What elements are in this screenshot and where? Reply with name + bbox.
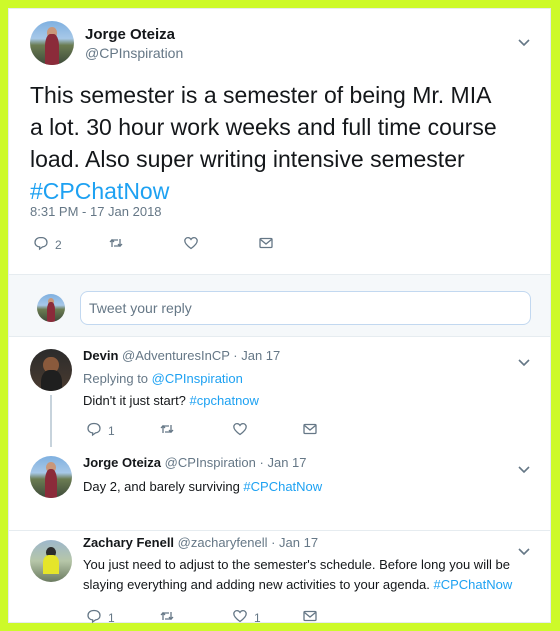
reply-button[interactable]: 1 bbox=[86, 608, 159, 627]
tweet-timestamp[interactable]: 8:31 PM - 17 Jan 2018 bbox=[30, 204, 162, 219]
like-icon bbox=[183, 235, 199, 254]
tweet-actions: 1 bbox=[86, 421, 318, 440]
like-count: 1 bbox=[254, 610, 261, 625]
reply-icon bbox=[86, 608, 102, 627]
mention-link[interactable]: @CPInspiration bbox=[152, 371, 243, 386]
reply-text: Didn't it just start? #cpchatnow bbox=[83, 393, 259, 408]
thread-line bbox=[50, 395, 52, 447]
retweet-button[interactable] bbox=[108, 235, 183, 254]
retweet-button[interactable] bbox=[159, 608, 232, 627]
avatar bbox=[37, 294, 65, 322]
reply-count: 1 bbox=[108, 423, 115, 438]
main-tweet: Jorge Oteiza @CPInspiration This semeste… bbox=[9, 9, 550, 274]
hashtag-link[interactable]: #cpchatnow bbox=[190, 393, 259, 408]
author-name[interactable]: Devin bbox=[83, 348, 118, 363]
message-icon bbox=[258, 235, 274, 254]
message-icon bbox=[302, 608, 318, 627]
retweet-icon bbox=[108, 235, 124, 254]
like-button[interactable] bbox=[183, 235, 258, 254]
reply-icon bbox=[33, 235, 49, 254]
message-button[interactable] bbox=[302, 608, 318, 627]
reply-count: 1 bbox=[108, 610, 115, 625]
replying-to: Replying to @CPInspiration bbox=[83, 371, 243, 386]
retweet-icon bbox=[159, 608, 175, 627]
reply-tweet: Devin @AdventuresInCP · Jan 17 Replying … bbox=[9, 337, 550, 447]
like-button[interactable]: 1 bbox=[232, 608, 302, 627]
chevron-down-icon[interactable] bbox=[518, 355, 530, 370]
retweet-button[interactable] bbox=[159, 421, 232, 440]
avatar[interactable] bbox=[30, 21, 74, 65]
like-button[interactable] bbox=[232, 421, 302, 440]
author-name[interactable]: Jorge Oteiza bbox=[85, 26, 175, 43]
reply-date[interactable]: · Jan 17 bbox=[260, 455, 307, 470]
reply-button[interactable]: 2 bbox=[33, 235, 108, 254]
reply-header: Jorge Oteiza @CPInspiration · Jan 17 bbox=[83, 455, 307, 470]
author-handle[interactable]: @zacharyfenell bbox=[178, 535, 268, 550]
message-icon bbox=[302, 421, 318, 440]
author-handle[interactable]: @CPInspiration bbox=[85, 45, 183, 61]
reply-count: 2 bbox=[55, 237, 62, 252]
reply-date[interactable]: · Jan 17 bbox=[233, 348, 280, 363]
message-button[interactable] bbox=[258, 235, 274, 254]
reply-input[interactable]: Tweet your reply bbox=[80, 291, 531, 325]
reply-header: Zachary Fenell @zacharyfenell · Jan 17 bbox=[83, 535, 318, 550]
chevron-down-icon[interactable] bbox=[518, 35, 530, 50]
reply-icon bbox=[86, 421, 102, 440]
tweet-text: This semester is a semester of being Mr.… bbox=[30, 82, 497, 204]
reply-composer: Tweet your reply bbox=[9, 274, 550, 337]
reply-tweet: Zachary Fenell @zacharyfenell · Jan 17 Y… bbox=[9, 530, 550, 627]
reply-tweet: Jorge Oteiza @CPInspiration · Jan 17 Day… bbox=[9, 444, 550, 530]
like-icon bbox=[232, 421, 248, 440]
reply-header: Devin @AdventuresInCP · Jan 17 bbox=[83, 348, 280, 363]
tweet-thread-card: Jorge Oteiza @CPInspiration This semeste… bbox=[8, 8, 551, 627]
message-button[interactable] bbox=[302, 421, 318, 440]
author-name[interactable]: Jorge Oteiza bbox=[83, 455, 161, 470]
reply-text: Day 2, and barely surviving #CPChatNow bbox=[83, 479, 323, 494]
retweet-icon bbox=[159, 421, 175, 440]
author-handle[interactable]: @AdventuresInCP bbox=[122, 348, 230, 363]
reply-button[interactable]: 1 bbox=[86, 421, 159, 440]
avatar[interactable] bbox=[30, 540, 72, 582]
avatar[interactable] bbox=[30, 456, 72, 498]
author-handle[interactable]: @CPInspiration bbox=[165, 455, 256, 470]
hashtag-link[interactable]: #CPChatNow bbox=[30, 178, 169, 204]
tweet-actions: 2 bbox=[33, 235, 274, 254]
author-name[interactable]: Zachary Fenell bbox=[83, 535, 174, 550]
reply-text: You just need to adjust to the semester'… bbox=[83, 557, 513, 592]
chevron-down-icon[interactable] bbox=[518, 462, 530, 477]
like-icon bbox=[232, 608, 248, 627]
hashtag-link[interactable]: #CPChatNow bbox=[434, 577, 513, 592]
avatar[interactable] bbox=[30, 349, 72, 391]
hashtag-link[interactable]: #CPChatNow bbox=[243, 479, 322, 494]
tweet-actions: 1 1 bbox=[86, 608, 318, 627]
reply-date[interactable]: · Jan 17 bbox=[271, 535, 318, 550]
